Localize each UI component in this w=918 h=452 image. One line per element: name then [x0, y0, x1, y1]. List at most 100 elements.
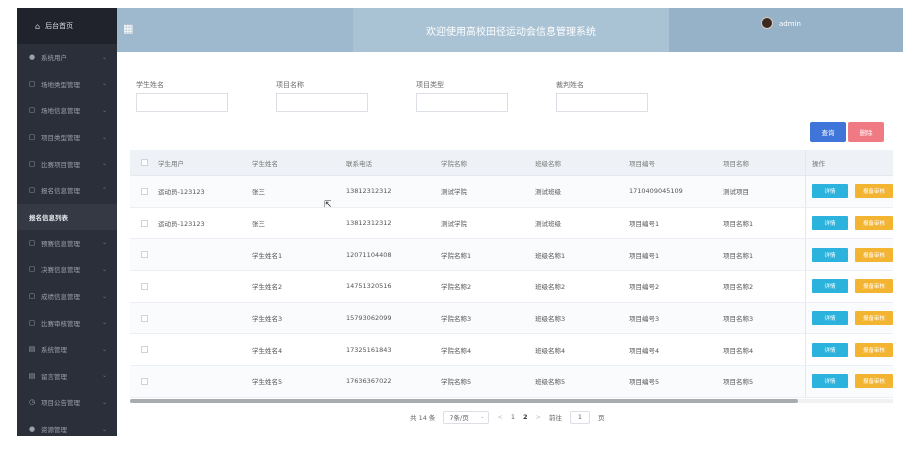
- row-checkbox[interactable]: [140, 346, 148, 354]
- header-cell[interactable]: 学生姓名: [252, 158, 346, 168]
- detail-button[interactable]: 详情: [812, 184, 848, 199]
- header-cell[interactable]: 联系电话: [346, 158, 441, 168]
- select-all-checkbox[interactable]: [140, 159, 148, 166]
- project-type-label: 项目类型: [416, 81, 444, 89]
- sidebar-item-system[interactable]: ▤ 系统管理 ⌄: [17, 336, 117, 363]
- review-button[interactable]: 报备审核: [855, 342, 893, 357]
- review-button[interactable]: 报备审核: [855, 374, 893, 389]
- page-number-1[interactable]: 1: [511, 413, 515, 421]
- clock-icon: ◷: [28, 398, 36, 407]
- prev-page-button[interactable]: <: [497, 413, 502, 421]
- page-size-select[interactable]: 7条/页 ⌄: [443, 410, 490, 424]
- folder-icon: ▢: [28, 238, 36, 247]
- detail-button[interactable]: 详情: [812, 311, 848, 326]
- detail-button[interactable]: 详情: [812, 342, 848, 357]
- referee-name-input[interactable]: [556, 93, 648, 112]
- row-checkbox[interactable]: [140, 219, 148, 227]
- table-row: 学生姓名1 12071104408 学院名称1 班级名称1 项目编号1 项目名称1 详情 …: [130, 239, 893, 272]
- folder-icon: ▢: [28, 265, 36, 274]
- detail-button[interactable]: 详情: [812, 279, 848, 294]
- header-cell[interactable]: 项目编号: [629, 158, 723, 168]
- review-button[interactable]: 报备审核: [855, 184, 893, 199]
- page-title: 欢迎使用高校田径运动会信息管理系统: [353, 8, 669, 52]
- sidebar-item-project-type[interactable]: ▢ 项目类型管理 ⌄: [17, 124, 117, 151]
- folder-icon: ▢: [28, 133, 36, 142]
- row-actions: 详情 报备审核: [805, 334, 893, 366]
- chevron-down-icon: ⌄: [101, 425, 107, 433]
- row-checkbox[interactable]: [140, 282, 148, 290]
- row-actions: 详情 报备审核: [805, 271, 893, 302]
- user-area[interactable]: admin: [669, 8, 903, 52]
- project-name-cell: 项目名称1: [723, 251, 754, 260]
- class-cell: 班级名称1: [535, 251, 566, 260]
- sidebar-home[interactable]: ⌂ 后台首页: [17, 8, 117, 44]
- scrollbar-thumb[interactable]: [130, 399, 798, 403]
- sidebar-subitem-registration-list[interactable]: 报名信息列表: [17, 203, 117, 230]
- sidebar-item-label: 预赛信息管理: [41, 239, 80, 248]
- phone-cell: 13812312312: [346, 219, 392, 228]
- delete-button[interactable]: 删除: [848, 122, 884, 142]
- class-cell: 班级名称2: [535, 283, 566, 292]
- select-all-cell: [130, 159, 158, 166]
- sidebar-item-venue-info[interactable]: ▢ 场地信息管理 ⌄: [17, 97, 117, 124]
- project-number-cell: 项目编号4: [629, 346, 660, 355]
- sidebar-item-registration[interactable]: ▢ 报名信息管理 ⌃: [17, 177, 117, 204]
- review-button[interactable]: 报备审核: [855, 216, 893, 231]
- sidebar-item-system-users[interactable]: ● 系统用户 ⌄: [17, 44, 117, 71]
- sidebar-item-label: 系统用户: [41, 54, 67, 63]
- next-page-button[interactable]: >: [536, 413, 541, 421]
- sidebar-item-scores[interactable]: ▢ 成绩信息管理 ⌄: [17, 283, 117, 310]
- row-checkbox[interactable]: [140, 251, 148, 259]
- table-row: 运动员-123123 张三 13812312312 测试学院 测试班级 171040904…: [130, 176, 893, 208]
- sidebar-item-competition[interactable]: ▢ 比赛项目管理 ⌄: [17, 150, 117, 177]
- detail-button[interactable]: 详情: [812, 216, 848, 231]
- project-name-input[interactable]: [276, 93, 368, 112]
- class-cell: 测试班级: [535, 188, 561, 197]
- menu-toggle-icon[interactable]: ▦: [123, 22, 133, 35]
- sidebar-item-review[interactable]: ▢ 比赛审核管理 ⌄: [17, 309, 117, 336]
- project-name-cell: 项目名称1: [723, 220, 754, 229]
- sidebar-item-prelim[interactable]: ▢ 预赛信息管理 ⌄: [17, 230, 117, 257]
- chevron-down-icon: ⌄: [101, 239, 107, 247]
- phone-cell: 17636367022: [346, 377, 392, 386]
- detail-button[interactable]: 详情: [812, 374, 848, 389]
- row-checkbox-cell: [130, 187, 158, 195]
- sidebar-item-final[interactable]: ▢ 决赛信息管理 ⌄: [17, 256, 117, 283]
- page-suffix: 页: [597, 414, 605, 422]
- referee-name-label: 裁判姓名: [556, 81, 584, 89]
- college-cell: 测试学院: [441, 188, 467, 197]
- project-name-cell: 项目名称4: [723, 346, 754, 355]
- project-type-input[interactable]: [416, 93, 508, 112]
- student-name-input[interactable]: [136, 93, 228, 112]
- sidebar-item-label: 场地信息管理: [41, 107, 80, 116]
- row-checkbox[interactable]: [140, 377, 148, 385]
- chevron-down-icon: ⌄: [101, 80, 107, 88]
- college-cell: 学院名称5: [441, 378, 472, 387]
- header-cell[interactable]: 班级名称: [535, 158, 629, 168]
- review-button[interactable]: 报备审核: [855, 279, 893, 294]
- folder-icon: ▢: [28, 106, 36, 115]
- sidebar-item-venue-type[interactable]: ▢ 场地类型管理 ⌄: [17, 71, 117, 98]
- goto-page-input[interactable]: 1: [569, 410, 590, 424]
- header-cell[interactable]: 学生用户: [158, 158, 252, 168]
- sidebar-item-announcements[interactable]: ◷ 项目公告管理 ⌄: [17, 389, 117, 416]
- page-number-2[interactable]: 2: [523, 413, 528, 421]
- registration-table: 学生用户 学生姓名 联系电话 学院名称 班级名称 项目编号 项目名称 操作 运动…: [130, 150, 893, 400]
- detail-button[interactable]: 详情: [812, 247, 848, 262]
- row-checkbox[interactable]: [140, 314, 148, 322]
- student-name-cell: 学生姓名1: [252, 251, 283, 260]
- header-cell[interactable]: 学院名称: [441, 158, 535, 168]
- horizontal-scrollbar[interactable]: [130, 399, 893, 403]
- row-checkbox-cell: [130, 282, 158, 290]
- review-button[interactable]: 报备审核: [855, 311, 893, 326]
- review-button[interactable]: 报备审核: [855, 247, 893, 262]
- grid-icon: ▤: [28, 371, 36, 380]
- query-button[interactable]: 查询: [810, 122, 846, 142]
- sidebar-item-resources[interactable]: ● 资源管理 ⌄: [17, 416, 117, 436]
- header-cell[interactable]: 项目名称: [723, 158, 805, 168]
- row-checkbox[interactable]: [140, 187, 148, 195]
- sidebar-item-label: 场地类型管理: [41, 80, 80, 89]
- sidebar-item-messages[interactable]: ▤ 留言管理 ⌄: [17, 363, 117, 390]
- phone-cell: 17325161843: [346, 345, 392, 354]
- avatar[interactable]: [761, 17, 773, 29]
